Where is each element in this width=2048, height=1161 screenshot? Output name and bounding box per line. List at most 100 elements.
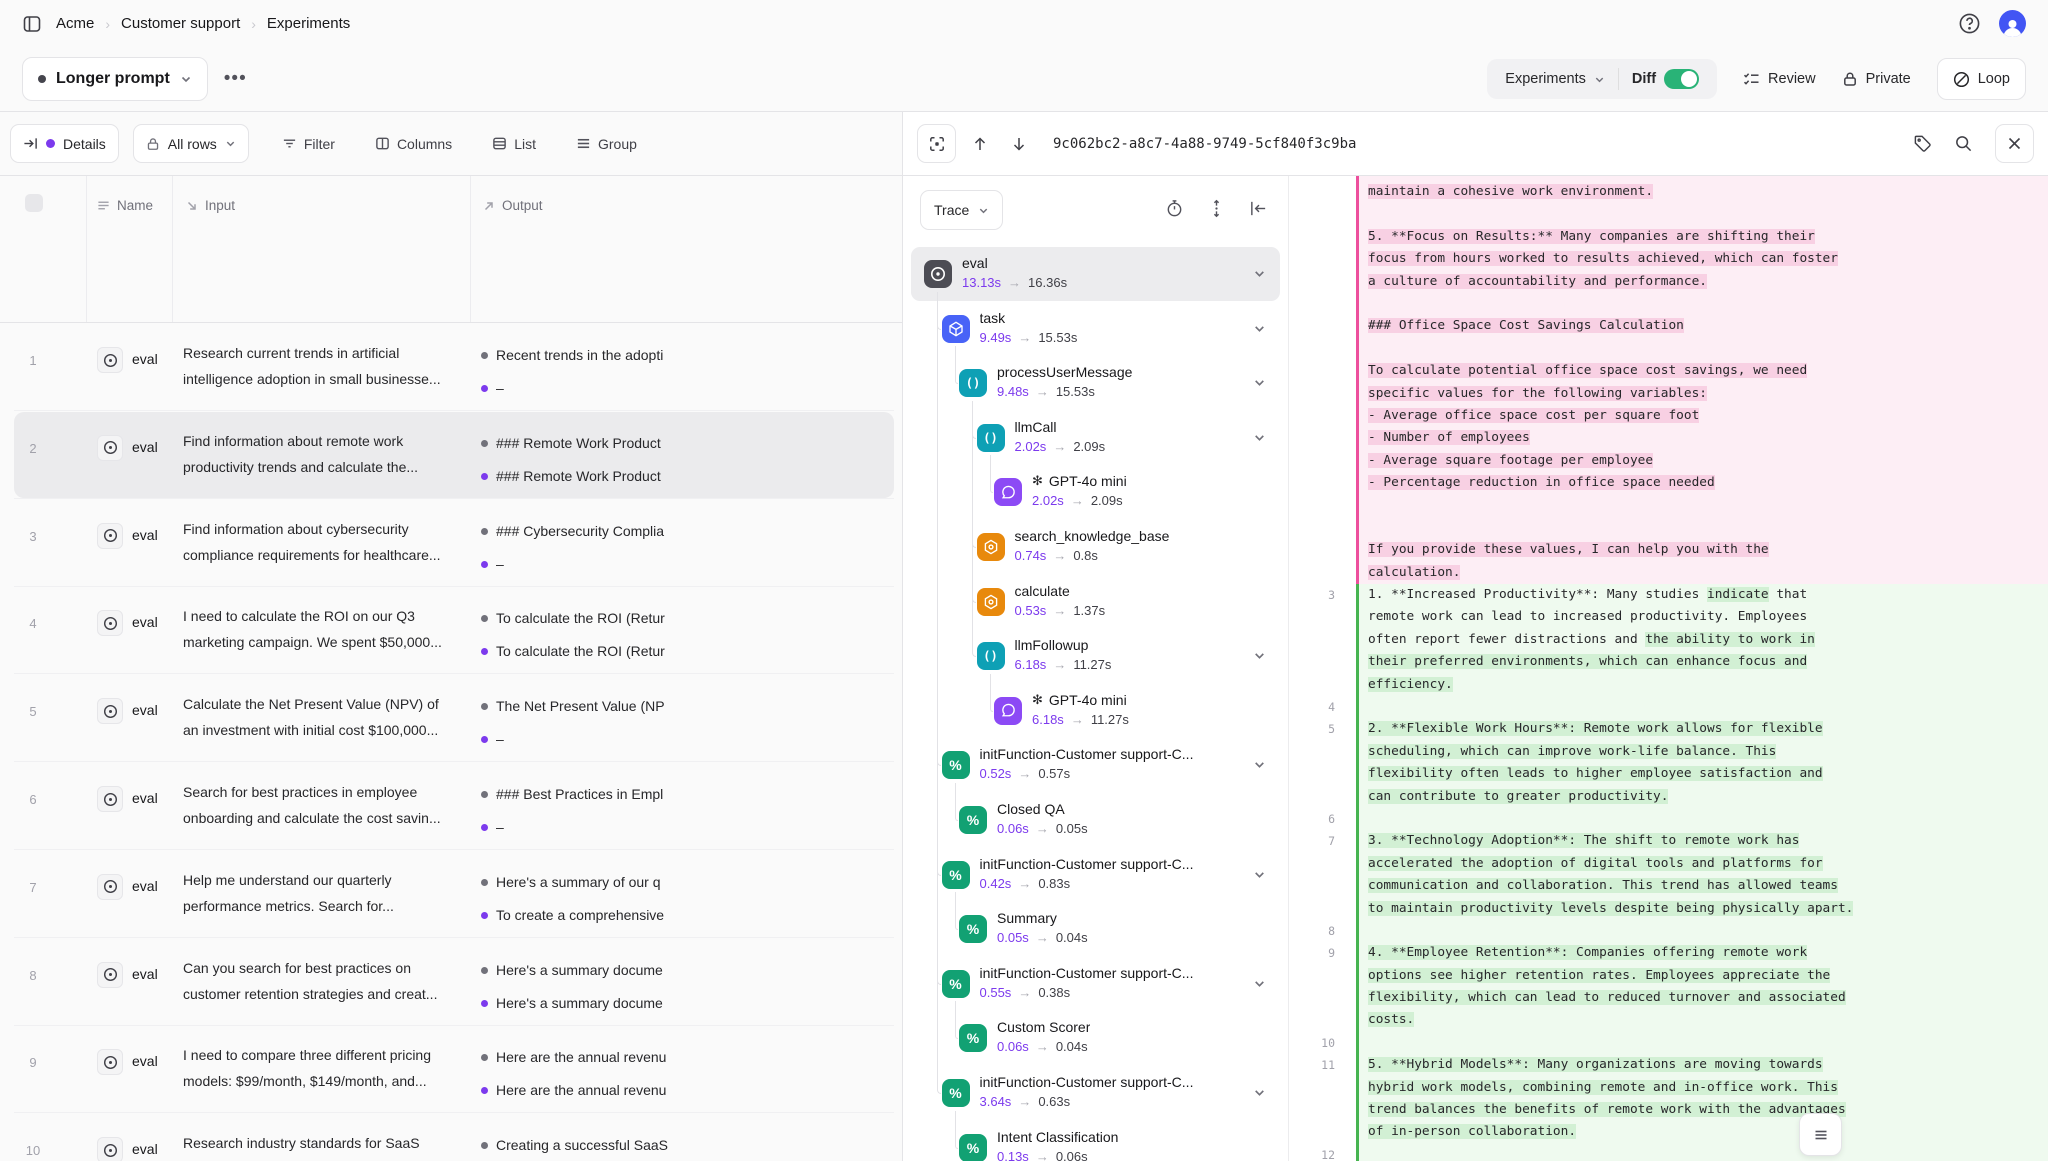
trace-row-initfunction-customer-support-c-[interactable]: %initFunction-Customer support-C...0.52s… [903,738,1288,792]
list-button[interactable]: List [481,125,547,162]
tag-icon[interactable] [1913,134,1932,153]
chevron-down-icon[interactable] [1253,758,1266,771]
loop-button[interactable]: Loop [1937,58,2026,100]
row-input-text: customer retention strategies and creat.… [183,986,467,1002]
trace-row-initfunction-customer-support-c-[interactable]: %initFunction-Customer support-C...0.42s… [903,848,1288,902]
diff-line-removed: ### Office Space Cost Savings Calculatio… [1289,315,2048,337]
expand-all-icon[interactable] [1207,199,1226,218]
table-row[interactable]: 1evalResearch current trends in artifici… [0,323,902,411]
table-row[interactable]: 6evalSearch for best practices in employ… [0,762,902,850]
sidebar-toggle-icon[interactable] [22,14,42,34]
select-all-checkbox[interactable] [25,194,43,212]
diff-line-added: 73. **Technology Adoption**: The shift t… [1289,830,2048,852]
trace-row-gpt-4o-mini[interactable]: ✻GPT-4o mini6.18s→11.27s [903,684,1288,738]
line-number [1289,494,1356,516]
breadcrumb-separator: › [105,16,110,32]
trace-row-calculate[interactable]: calculate0.53s→1.37s [903,575,1288,629]
column-header-output[interactable]: Output [483,198,543,213]
filter-button[interactable]: Filter [271,125,346,162]
private-button[interactable]: Private [1842,71,1911,87]
more-actions-button[interactable]: ••• [224,68,247,90]
all-rows-dropdown[interactable]: All rows [133,124,249,163]
function-icon: () [959,369,987,397]
prev-row-button[interactable] [965,129,995,159]
experiment-selector[interactable]: Longer prompt [22,57,208,101]
chevron-down-icon[interactable] [1253,322,1266,335]
line-number [1289,539,1356,561]
avatar[interactable] [1999,10,2026,37]
table-row[interactable]: 8evalCan you search for best practices o… [0,938,902,1026]
diff-line-removed: specific values for the following variab… [1289,383,2048,405]
close-panel-button[interactable] [1995,124,2034,163]
timer-icon[interactable] [1165,199,1184,218]
chevron-down-icon[interactable] [1253,1086,1266,1099]
details-button[interactable]: Details [10,124,119,163]
column-header-input[interactable]: Input [186,198,235,213]
table-row[interactable]: 9evalI need to compare three different p… [0,1025,902,1113]
table-row[interactable]: 7evalHelp me understand our quarterlyper… [0,850,902,938]
breadcrumb-acme[interactable]: Acme [56,15,94,32]
diff-line-added: flexibility, which can lead to reduced t… [1289,987,2048,1009]
row-output-text: ### Cybersecurity Complia [496,523,896,539]
trace-span-name: initFunction-Customer support-C... [980,1074,1194,1090]
next-row-button[interactable] [1004,129,1034,159]
search-icon[interactable] [1954,134,1973,153]
trace-row-search-knowledge-base[interactable]: search_knowledge_base0.74s→0.8s [903,520,1288,574]
table-row[interactable]: 4evalI need to calculate the ROI on our … [0,586,902,674]
trace-row-summary[interactable]: %Summary0.05s→0.04s [903,902,1288,956]
diff-line-removed: - Average office space cost per square f… [1289,405,2048,427]
trace-view-dropdown[interactable]: Trace [920,190,1003,230]
table-row[interactable]: 2evalFind information about remote workp… [0,411,902,499]
table-row[interactable]: 10evalResearch industry standards for Sa… [0,1113,902,1161]
group-button[interactable]: Group [565,125,648,162]
line-number: 10 [1289,1032,1356,1054]
table-row[interactable]: 5evalCalculate the Net Present Value (NP… [0,674,902,762]
trace-row-initfunction-customer-support-c-[interactable]: %initFunction-Customer support-C...0.55s… [903,957,1288,1011]
diff-line-added: flexibility often leads to higher employ… [1289,763,2048,785]
span-id[interactable]: 9c062bc2-a8c7-4a88-9749-5cf840f3c9ba [1053,136,1356,152]
columns-button[interactable]: Columns [364,125,463,162]
breadcrumb-experiments[interactable]: Experiments [267,15,350,32]
help-icon[interactable] [1958,12,1981,35]
trace-row-initfunction-customer-support-c-[interactable]: %initFunction-Customer support-C...3.64s… [903,1066,1288,1120]
chevron-down-icon[interactable] [1253,267,1266,280]
trace-row-eval[interactable]: eval13.13s→16.36s [903,247,1288,301]
trace-row-gpt-4o-mini[interactable]: ✻GPT-4o mini2.02s→2.09s [903,465,1288,519]
trace-row-llmfollowup[interactable]: ()llmFollowup6.18s→11.27s [903,629,1288,683]
collapse-panel-icon[interactable] [1249,199,1268,218]
chevron-down-icon[interactable] [1253,431,1266,444]
diff-line-added: options see higher retention rates. Empl… [1289,965,2048,987]
diff-line-added: their preferred environments, which can … [1289,651,2048,673]
trace-row-custom-scorer[interactable]: %Custom Scorer0.06s→0.04s [903,1011,1288,1065]
app: Acme › Customer support › Experiments Lo… [0,0,2048,1161]
diff-menu-button[interactable] [1799,1113,1842,1156]
filter-icon [282,136,297,151]
expand-trace-button[interactable] [917,124,956,163]
view-dropdown[interactable]: Experiments [1492,71,1618,87]
trace-span-name: initFunction-Customer support-C... [980,856,1194,872]
chevron-down-icon[interactable] [1253,977,1266,990]
function-icon: () [977,424,1005,452]
column-header-name[interactable]: Name [97,198,153,213]
diff-toggle[interactable] [1664,69,1699,89]
chevron-down-icon[interactable] [1253,649,1266,662]
trace-span-durations: 9.48s→15.53s [997,384,1095,399]
breadcrumb-project[interactable]: Customer support [121,15,240,32]
trace-row-llmcall[interactable]: ()llmCall2.02s→2.09s [903,411,1288,465]
line-number [1289,181,1356,203]
table-row[interactable]: 3evalFind information about cybersecurit… [0,499,902,587]
line-number [1289,383,1356,405]
trace-row-closed-qa[interactable]: %Closed QA0.06s→0.05s [903,793,1288,847]
trace-row-processusermessage[interactable]: ()processUserMessage9.48s→15.53s [903,356,1288,410]
trace-row-intent-classification[interactable]: %Intent Classification0.13s→0.06s [903,1121,1288,1161]
output-score-dot [481,473,488,480]
review-button[interactable]: Review [1743,71,1816,88]
line-number [1289,360,1356,382]
eval-record-icon [97,523,123,549]
tree-connector [955,346,959,384]
trace-row-task[interactable]: task9.49s→15.53s [903,302,1288,356]
chevron-down-icon[interactable] [1253,868,1266,881]
chevron-down-icon[interactable] [1253,376,1266,389]
tree-connector [955,892,959,930]
diff-output-view[interactable]: maintain a cohesive work environment.5. … [1288,176,2048,1161]
